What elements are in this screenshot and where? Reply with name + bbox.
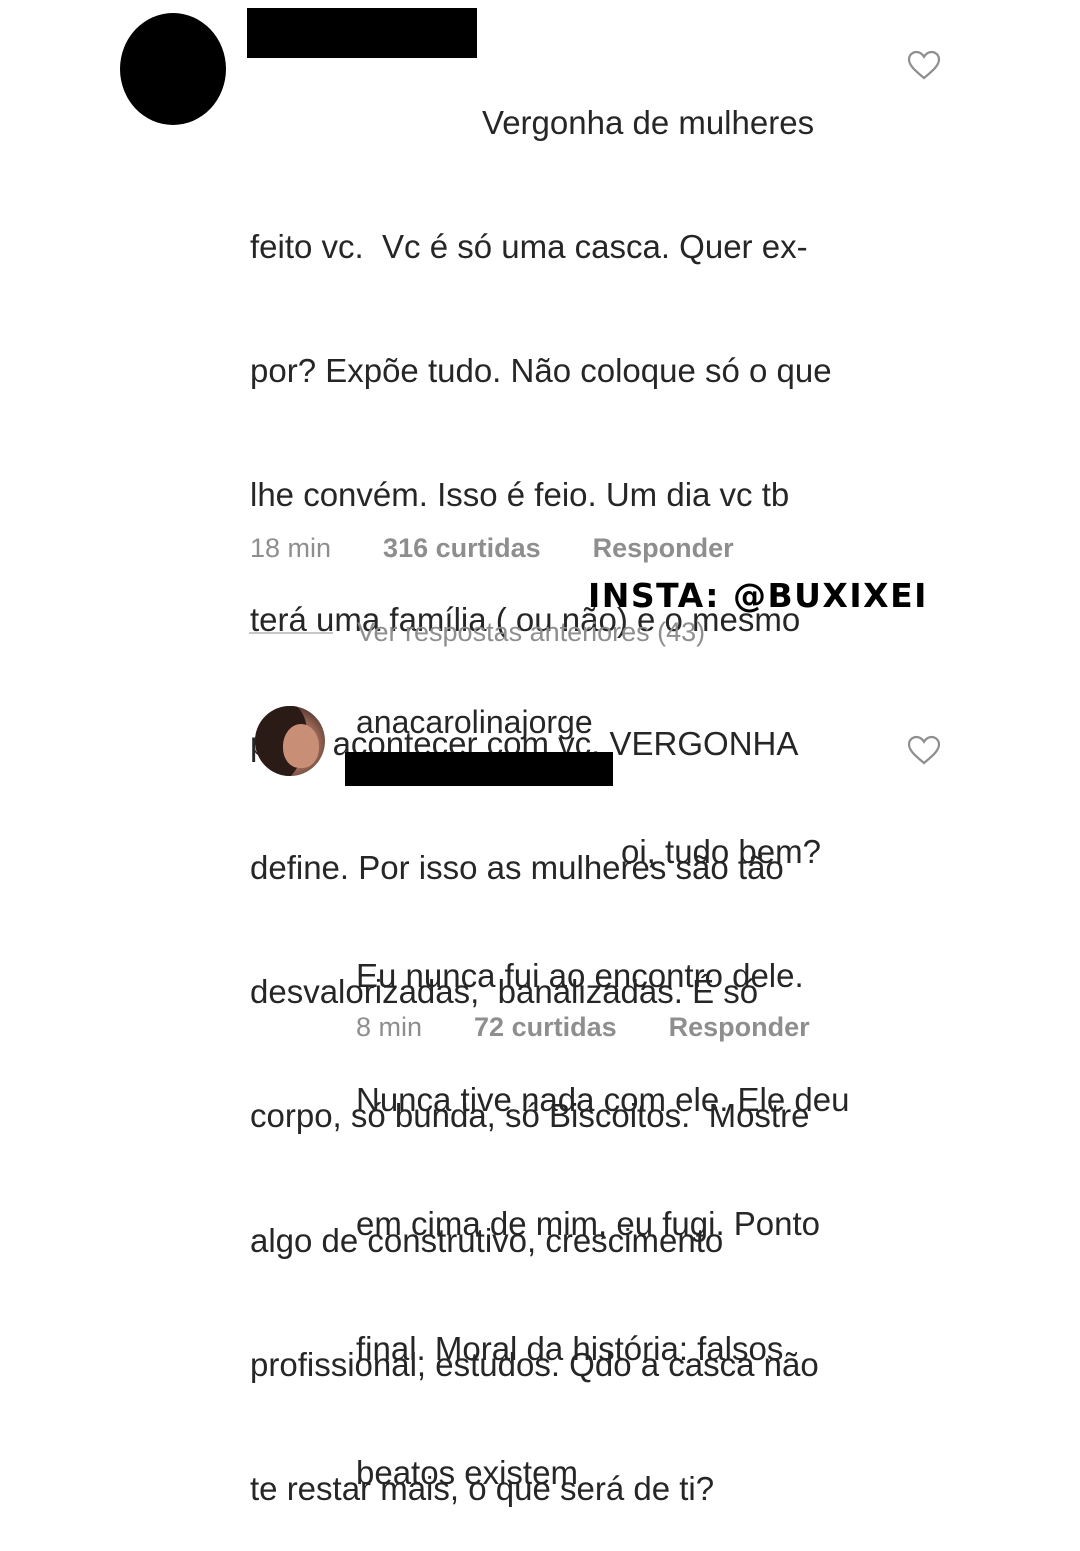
comment-2-text: oi, tudo bem? Eu nunca fui ao encontro d… <box>356 748 849 1535</box>
comment-2-line: em cima de mim, eu fugi. Ponto <box>356 1205 821 1243</box>
comment-2-username[interactable]: anacarolinajorge <box>356 704 593 741</box>
comment-1-line: por? Expõe tudo. Não coloque só o que <box>250 352 832 390</box>
replies-divider <box>249 631 333 634</box>
heart-outline-icon[interactable] <box>907 735 941 765</box>
view-previous-replies-button[interactable]: Ver respostas anteriores (43) <box>249 617 705 648</box>
comment-1-line: Vergonha de mulheres <box>482 103 815 141</box>
comment-2-line: beatos existem <box>356 1453 578 1491</box>
comment-1-meta: 18 min 316 curtidas Responder <box>250 533 734 564</box>
comment-2-meta: 8 min 72 curtidas Responder <box>356 1012 810 1043</box>
redacted-avatar[interactable] <box>120 13 226 125</box>
comment-2-line: oi, tudo bem? <box>621 832 821 870</box>
watermark-text: INSTA: @BUXIXEI <box>588 576 928 615</box>
comment-2-line: final. Moral da história: falsos <box>356 1329 784 1367</box>
comment-1-reply-button[interactable]: Responder <box>593 533 734 564</box>
avatar-face-shape <box>283 724 319 768</box>
comment-2-timestamp: 8 min <box>356 1012 423 1042</box>
comment-1-likes-link[interactable]: 316 curtidas <box>383 533 541 564</box>
comment-1-line: feito vc. Vc é só uma casca. Quer ex- <box>250 228 808 266</box>
comment-1-line: lhe convém. Isso é feio. Um dia vc tb <box>250 476 790 514</box>
view-previous-replies-label: Ver respostas anteriores (43) <box>357 617 706 647</box>
user-avatar[interactable] <box>255 706 325 776</box>
heart-outline-icon[interactable] <box>907 50 941 80</box>
comment-2-likes-link[interactable]: 72 curtidas <box>474 1012 617 1043</box>
comment-1-timestamp: 18 min <box>250 533 332 563</box>
comment-2-reply-button[interactable]: Responder <box>669 1012 810 1043</box>
comment-2-line: Nunca tive nada com ele. Ele deu <box>356 1081 850 1119</box>
comment-2-line: Eu nunca fui ao encontro dele. <box>356 957 804 995</box>
